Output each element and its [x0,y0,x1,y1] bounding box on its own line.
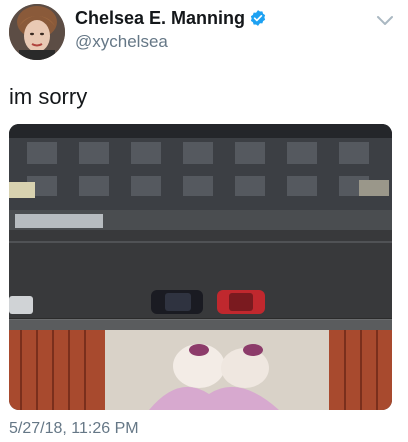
verified-badge-icon [250,10,266,26]
avatar[interactable] [9,4,65,60]
tweet-text: im sorry [9,84,88,109]
display-name[interactable]: Chelsea E. Manning [75,8,267,29]
display-name-text[interactable]: Chelsea E. Manning [75,8,245,28]
chevron-down-icon[interactable] [376,14,394,28]
aerial-street-photo [9,124,392,410]
tweet-timestamp[interactable]: 5/27/18, 11:26 PM [9,420,139,438]
tweet-header: Chelsea E. Manning @xychelsea [0,0,408,70]
tweet-media-photo[interactable] [9,124,392,410]
user-handle[interactable]: @xychelsea [75,32,168,52]
